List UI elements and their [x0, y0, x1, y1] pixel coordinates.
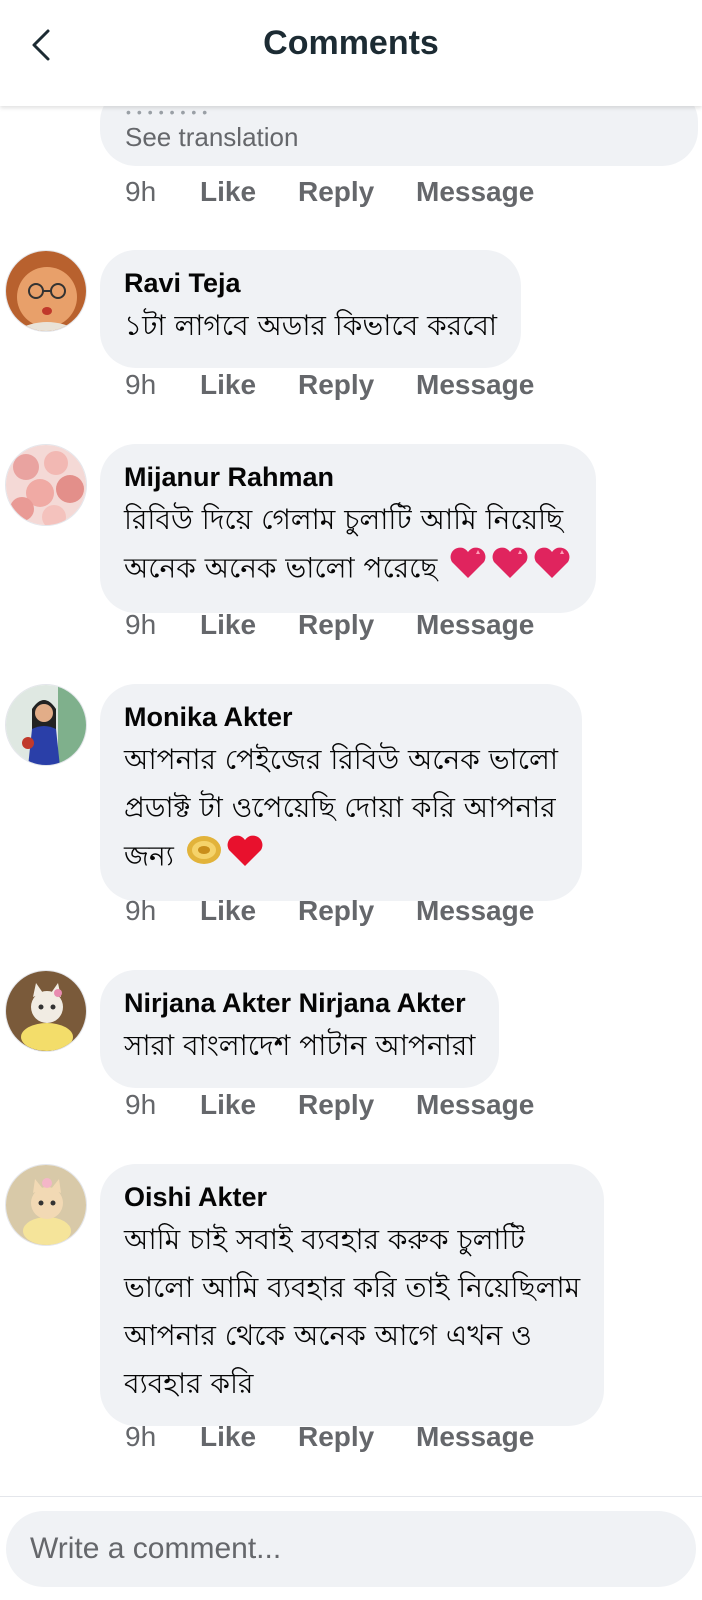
comment-time: 9h — [125, 1421, 157, 1452]
header-bar: Comments — [0, 0, 702, 106]
comment-bubble: Monika Akter আপনার পেইজের রিবিউ অনেক ভাল… — [100, 684, 582, 901]
comment-actions: 9h Like Reply Message — [125, 1421, 534, 1453]
avatar[interactable] — [5, 1164, 87, 1246]
comment-line: ব্যবহার করি — [124, 1367, 254, 1400]
comment-actions: 9h Like Reply Message — [125, 176, 534, 208]
comment-author[interactable]: Monika Akter — [124, 700, 558, 734]
comment-actions: 9h Like Reply Message — [125, 895, 534, 927]
comment-line-with-emoji: অনেক অনেক ভালো পরেছে — [124, 544, 572, 595]
avatar-roses-icon — [6, 445, 86, 525]
comment-line: আপনার পেইজের রিবিউ অনেক ভালো — [124, 743, 558, 776]
comment-author[interactable]: Nirjana Akter Nirjana Akter — [124, 986, 475, 1020]
reply-button[interactable]: Reply — [298, 369, 416, 401]
coin-icon — [185, 832, 223, 883]
avatar[interactable] — [5, 444, 87, 526]
message-button[interactable]: Message — [416, 609, 534, 641]
comment-time: 9h — [125, 609, 157, 640]
comments-feed[interactable]: •••••••• See translation 9h Like Reply M… — [0, 106, 702, 1496]
comment-author[interactable]: Oishi Akter — [124, 1180, 580, 1214]
comment-time: 9h — [125, 895, 157, 926]
comment-bubble-partial: •••••••• See translation — [100, 106, 698, 166]
avatar-kitten-icon — [6, 1165, 86, 1245]
message-button[interactable]: Message — [416, 176, 534, 208]
avatar[interactable] — [5, 250, 87, 332]
comment-author[interactable]: Ravi Teja — [124, 266, 497, 300]
comment-bubble: Mijanur Rahman রিবিউ দিয়ে গেলাম চুলাটি … — [100, 444, 597, 613]
like-button[interactable]: Like — [200, 1421, 298, 1453]
truncated-text: •••••••• — [126, 106, 214, 120]
avatar-woman-icon — [6, 685, 86, 765]
like-button[interactable]: Like — [200, 176, 298, 208]
like-button[interactable]: Like — [200, 1089, 298, 1121]
comment-time: 9h — [125, 1089, 157, 1120]
reply-button[interactable]: Reply — [298, 1421, 416, 1453]
comment-bubble: Nirjana Akter Nirjana Akter সারা বাংলাদে… — [100, 970, 500, 1088]
reply-button[interactable]: Reply — [298, 176, 416, 208]
comment-author[interactable]: Mijanur Rahman — [124, 460, 572, 494]
avatar-cat-icon — [6, 971, 86, 1051]
comment-actions: 9h Like Reply Message — [125, 609, 534, 641]
message-button[interactable]: Message — [416, 895, 534, 927]
reply-button[interactable]: Reply — [298, 1089, 416, 1121]
comment-line: অনেক অনেক ভালো পরেছে — [124, 551, 438, 585]
message-button[interactable]: Message — [416, 369, 534, 401]
comment-line: প্রডাক্ট টা ওপেয়েছি দোয়া করি আপনার — [124, 791, 556, 824]
comment-actions: 9h Like Reply Message — [125, 1089, 534, 1121]
message-button[interactable]: Message — [416, 1089, 534, 1121]
comment-text: আপনার পেইজের রিবিউ অনেক ভালো প্রডাক্ট টা… — [124, 736, 558, 883]
comment-text: আমি চাই সবাই ব্যবহার করুক চুলাটি ভালো আম… — [124, 1216, 580, 1408]
comment-line: রিবিউ দিয়ে গেলাম চুলাটি আমি নিয়েছি — [124, 503, 564, 536]
comment-line: ১টা লাগবে অডার কিভাবে করবো — [124, 309, 498, 342]
comment-line: ভালো আমি ব্যবহার করি তাই নিয়েছিলাম — [124, 1271, 581, 1304]
comment-text: ১টা লাগবে অডার কিভাবে করবো — [124, 302, 497, 350]
like-button[interactable]: Like — [200, 609, 298, 641]
comment-line: আপনার থেকে অনেক আগে এখন ও — [124, 1319, 532, 1352]
heart-icon — [532, 544, 572, 595]
comment-text: সারা বাংলাদেশ পাটান আপনারা — [124, 1022, 475, 1070]
comment-line: আমি চাই সবাই ব্যবহার করুক চুলাটি — [124, 1223, 525, 1256]
comment-time: 9h — [125, 369, 157, 400]
comment-composer — [0, 1496, 702, 1600]
page-title: Comments — [263, 24, 439, 62]
avatar[interactable] — [5, 970, 87, 1052]
see-translation-link[interactable]: See translation — [125, 122, 298, 153]
red-heart-icon — [225, 832, 265, 883]
heart-icon — [490, 544, 530, 595]
comment-time: 9h — [125, 176, 157, 207]
like-button[interactable]: Like — [200, 369, 298, 401]
comment-actions: 9h Like Reply Message — [125, 369, 534, 401]
comment-text: রিবিউ দিয়ে গেলাম চুলাটি আমি নিয়েছি অনে… — [124, 496, 572, 595]
comment-line-with-emoji: জন্য — [124, 832, 558, 883]
avatar[interactable] — [5, 684, 87, 766]
heart-icon — [448, 544, 488, 595]
comment-line: সারা বাংলাদেশ পাটান আপনারা — [124, 1029, 476, 1062]
reply-button[interactable]: Reply — [298, 609, 416, 641]
comment-input[interactable] — [6, 1511, 696, 1587]
reply-button[interactable]: Reply — [298, 895, 416, 927]
like-button[interactable]: Like — [200, 895, 298, 927]
message-button[interactable]: Message — [416, 1421, 534, 1453]
comment-line: জন্য — [124, 839, 174, 873]
comment-bubble: Ravi Teja ১টা লাগবে অডার কিভাবে করবো — [100, 250, 522, 368]
avatar-baby-icon — [6, 251, 86, 331]
comment-bubble: Oishi Akter আমি চাই সবাই ব্যবহার করুক চু… — [100, 1164, 605, 1426]
